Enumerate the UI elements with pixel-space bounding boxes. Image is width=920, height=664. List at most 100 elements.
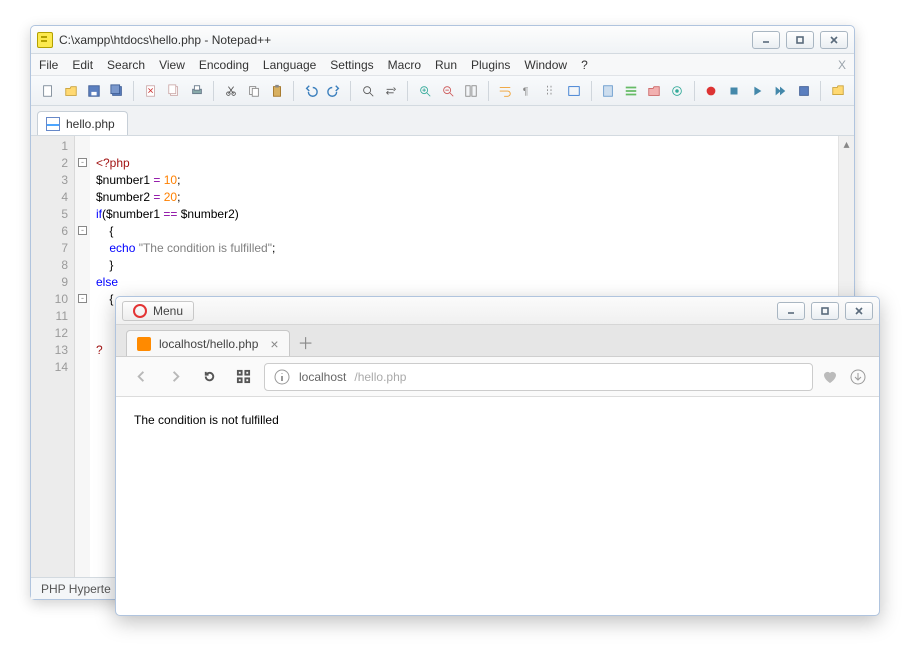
record-macro-icon[interactable]: [701, 80, 722, 102]
code-line[interactable]: $number2 = 20;: [96, 189, 854, 206]
fold-cell[interactable]: [75, 255, 90, 272]
menu-file[interactable]: File: [39, 58, 58, 72]
replace-icon[interactable]: [380, 80, 401, 102]
save-all-icon[interactable]: [106, 80, 127, 102]
menu-search[interactable]: Search: [107, 58, 145, 72]
address-bar[interactable]: localhost/hello.php: [264, 363, 813, 391]
show-all-chars-icon[interactable]: ¶: [518, 80, 539, 102]
browser-tab[interactable]: localhost/hello.php ×: [126, 330, 290, 356]
menu-view[interactable]: View: [159, 58, 185, 72]
spellcheck-icon[interactable]: [827, 80, 848, 102]
browser-close-button[interactable]: [845, 302, 873, 320]
forward-button[interactable]: [162, 364, 188, 390]
speed-dial-button[interactable]: [230, 364, 256, 390]
close-all-icon[interactable]: [163, 80, 184, 102]
new-file-icon[interactable]: [37, 80, 58, 102]
menu-settings[interactable]: Settings: [330, 58, 373, 72]
new-tab-button[interactable]: ＋: [294, 330, 318, 354]
find-icon[interactable]: [357, 80, 378, 102]
folder-panel-icon[interactable]: [644, 80, 665, 102]
fold-cell[interactable]: -: [75, 153, 90, 170]
title-bar[interactable]: C:\xampp\htdocs\hello.php - Notepad++: [31, 26, 854, 54]
stop-macro-icon[interactable]: [724, 80, 745, 102]
downloads-icon[interactable]: [849, 368, 867, 386]
menubar-close-icon[interactable]: X: [838, 58, 846, 72]
opera-menu-button[interactable]: Menu: [122, 301, 194, 321]
menu-macro[interactable]: Macro: [388, 58, 421, 72]
url-path: /hello.php: [354, 370, 406, 384]
browser-maximize-button[interactable]: [811, 302, 839, 320]
code-line[interactable]: [96, 138, 854, 155]
copy-icon[interactable]: [243, 80, 264, 102]
fold-cell[interactable]: [75, 323, 90, 340]
fold-cell[interactable]: [75, 136, 90, 153]
wrap-icon[interactable]: [495, 80, 516, 102]
opera-window: Menu localhost/hello.php × ＋ localhost/h…: [115, 296, 880, 616]
play-many-icon[interactable]: [770, 80, 791, 102]
close-button[interactable]: [820, 31, 848, 49]
code-line[interactable]: if($number1 == $number2): [96, 206, 854, 223]
fold-cell[interactable]: [75, 238, 90, 255]
browser-title-bar[interactable]: Menu: [116, 297, 879, 325]
line-number: 4: [31, 189, 68, 206]
bookmark-heart-icon[interactable]: [821, 368, 839, 386]
menu-edit[interactable]: Edit: [72, 58, 93, 72]
code-line[interactable]: $number1 = 10;: [96, 172, 854, 189]
fold-gutter[interactable]: - - -: [75, 136, 90, 577]
close-file-icon[interactable]: [140, 80, 161, 102]
scroll-up-icon[interactable]: ▴: [839, 136, 855, 152]
site-info-icon[interactable]: [273, 368, 291, 386]
redo-icon[interactable]: [323, 80, 344, 102]
code-line[interactable]: else: [96, 274, 854, 291]
open-file-icon[interactable]: [60, 80, 81, 102]
fold-toggle-icon[interactable]: -: [78, 294, 87, 303]
func-list-icon[interactable]: [621, 80, 642, 102]
user-lang-icon[interactable]: [564, 80, 585, 102]
cut-icon[interactable]: [220, 80, 241, 102]
doc-map-icon[interactable]: [598, 80, 619, 102]
fold-toggle-icon[interactable]: -: [78, 158, 87, 167]
fold-cell[interactable]: [75, 357, 90, 374]
maximize-button[interactable]: [786, 31, 814, 49]
code-line[interactable]: <?php: [96, 155, 854, 172]
tab-close-icon[interactable]: ×: [270, 337, 278, 351]
save-icon[interactable]: [83, 80, 104, 102]
print-icon[interactable]: [186, 80, 207, 102]
zoom-in-icon[interactable]: [414, 80, 435, 102]
minimize-button[interactable]: [752, 31, 780, 49]
fold-cell[interactable]: [75, 187, 90, 204]
line-number: 5: [31, 206, 68, 223]
fold-cell[interactable]: [75, 340, 90, 357]
reload-button[interactable]: [196, 364, 222, 390]
browser-minimize-button[interactable]: [777, 302, 805, 320]
xampp-favicon-icon: [137, 337, 151, 351]
menu-help[interactable]: ?: [581, 58, 588, 72]
code-line[interactable]: {: [96, 223, 854, 240]
fold-cell[interactable]: -: [75, 289, 90, 306]
fold-cell[interactable]: -: [75, 221, 90, 238]
undo-icon[interactable]: [300, 80, 321, 102]
menu-run[interactable]: Run: [435, 58, 457, 72]
fold-cell[interactable]: [75, 170, 90, 187]
monitor-icon[interactable]: [667, 80, 688, 102]
menu-encoding[interactable]: Encoding: [199, 58, 249, 72]
app-icon: [37, 32, 53, 48]
zoom-out-icon[interactable]: [437, 80, 458, 102]
menu-window[interactable]: Window: [524, 58, 567, 72]
save-macro-icon[interactable]: [793, 80, 814, 102]
fold-toggle-icon[interactable]: -: [78, 226, 87, 235]
fold-cell[interactable]: [75, 272, 90, 289]
document-tab[interactable]: hello.php: [37, 111, 128, 135]
fold-cell[interactable]: [75, 306, 90, 323]
play-macro-icon[interactable]: [747, 80, 768, 102]
indent-guide-icon[interactable]: [541, 80, 562, 102]
paste-icon[interactable]: [266, 80, 287, 102]
sync-v-icon[interactable]: [461, 80, 482, 102]
code-line[interactable]: echo "The condition is fulfilled";: [96, 240, 854, 257]
menu-plugins[interactable]: Plugins: [471, 58, 510, 72]
code-line[interactable]: }: [96, 257, 854, 274]
menu-language[interactable]: Language: [263, 58, 316, 72]
back-button[interactable]: [128, 364, 154, 390]
line-number: 7: [31, 240, 68, 257]
fold-cell[interactable]: [75, 204, 90, 221]
